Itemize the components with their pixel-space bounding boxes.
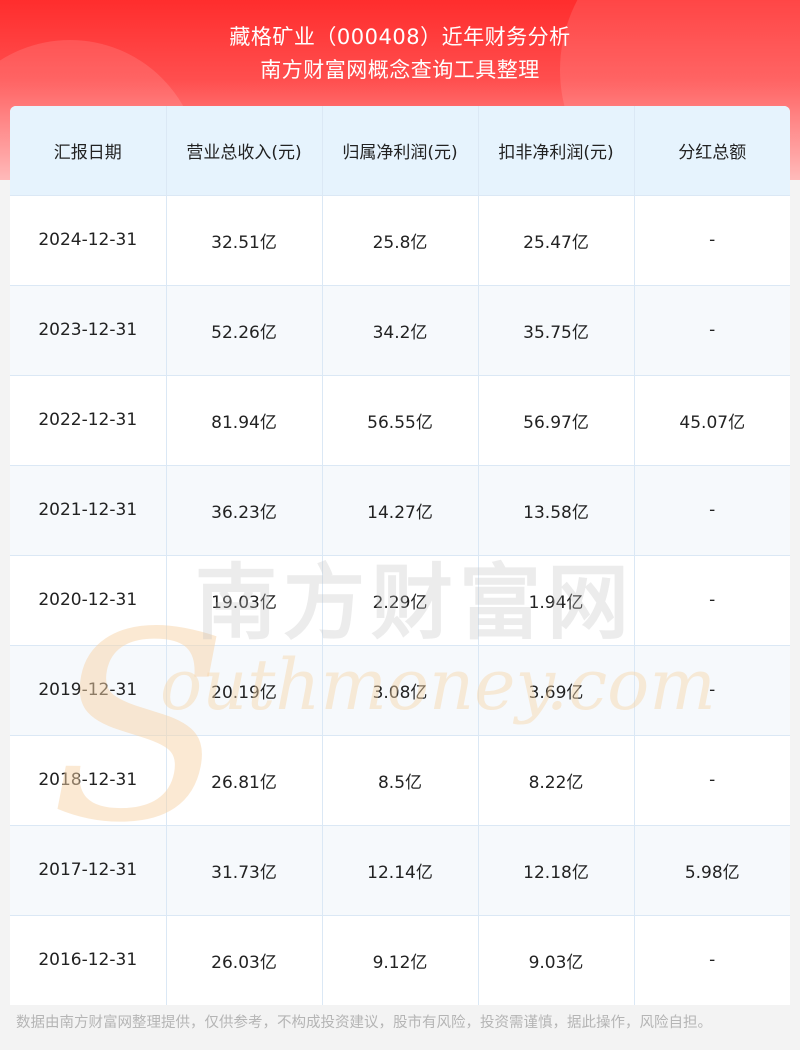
cell-date: 2017-12-31 (10, 825, 167, 916)
cell-revenue: 19.03亿 (166, 555, 323, 646)
cell-net-profit: 2.29亿 (322, 555, 479, 646)
table-row: 2021-12-31 36.23亿 14.27亿 13.58亿 - (10, 465, 790, 556)
cell-dividend: - (634, 645, 790, 736)
cell-net-profit: 14.27亿 (322, 465, 479, 556)
cell-deducted-profit: 25.47亿 (478, 195, 635, 286)
cell-deducted-profit: 35.75亿 (478, 285, 635, 376)
table-header-row: 汇报日期 营业总收入(元) 归属净利润(元) 扣非净利润(元) 分红总额 (10, 106, 790, 196)
table-row: 2019-12-31 20.19亿 3.08亿 3.69亿 - (10, 645, 790, 736)
table-row: 2022-12-31 81.94亿 56.55亿 56.97亿 45.07亿 (10, 375, 790, 466)
cell-net-profit: 56.55亿 (322, 375, 479, 466)
financial-table: 汇报日期 营业总收入(元) 归属净利润(元) 扣非净利润(元) 分红总额 202… (10, 106, 790, 1005)
cell-deducted-profit: 56.97亿 (478, 375, 635, 466)
cell-deducted-profit: 12.18亿 (478, 825, 635, 916)
cell-dividend: - (634, 735, 790, 826)
cell-deducted-profit: 13.58亿 (478, 465, 635, 556)
cell-dividend: - (634, 465, 790, 556)
cell-dividend: - (634, 915, 790, 1005)
cell-deducted-profit: 9.03亿 (478, 915, 635, 1005)
table-row: 2016-12-31 26.03亿 9.12亿 9.03亿 - (10, 915, 790, 1005)
cell-net-profit: 3.08亿 (322, 645, 479, 736)
cell-deducted-profit: 1.94亿 (478, 555, 635, 646)
cell-date: 2024-12-31 (10, 195, 167, 286)
cell-revenue: 52.26亿 (166, 285, 323, 376)
financial-table-card: 汇报日期 营业总收入(元) 归属净利润(元) 扣非净利润(元) 分红总额 202… (10, 106, 790, 1005)
cell-date: 2018-12-31 (10, 735, 167, 826)
cell-date: 2022-12-31 (10, 375, 167, 466)
table-row: 2018-12-31 26.81亿 8.5亿 8.22亿 - (10, 735, 790, 826)
cell-date: 2019-12-31 (10, 645, 167, 736)
table-row: 2017-12-31 31.73亿 12.14亿 12.18亿 5.98亿 (10, 825, 790, 916)
cell-dividend: - (634, 285, 790, 376)
page-title: 藏格矿业（000408）近年财务分析 (229, 25, 571, 49)
column-header-deducted-profit: 扣非净利润(元) (478, 106, 635, 196)
column-header-revenue: 营业总收入(元) (166, 106, 323, 196)
cell-revenue: 36.23亿 (166, 465, 323, 556)
cell-net-profit: 34.2亿 (322, 285, 479, 376)
table-row: 2024-12-31 32.51亿 25.8亿 25.47亿 - (10, 195, 790, 286)
cell-deducted-profit: 3.69亿 (478, 645, 635, 736)
cell-revenue: 81.94亿 (166, 375, 323, 466)
cell-net-profit: 25.8亿 (322, 195, 479, 286)
cell-date: 2016-12-31 (10, 915, 167, 1005)
cell-revenue: 32.51亿 (166, 195, 323, 286)
table-row: 2020-12-31 19.03亿 2.29亿 1.94亿 - (10, 555, 790, 646)
page-subtitle: 南方财富网概念查询工具整理 (260, 58, 540, 82)
cell-revenue: 20.19亿 (166, 645, 323, 736)
disclaimer-footer: 数据由南方财富网整理提供，仅供参考，不构成投资建议，股市有风险，投资需谨慎，据此… (0, 1005, 800, 1050)
cell-date: 2020-12-31 (10, 555, 167, 646)
column-header-net-profit: 归属净利润(元) (322, 106, 479, 196)
cell-net-profit: 12.14亿 (322, 825, 479, 916)
cell-date: 2021-12-31 (10, 465, 167, 556)
cell-revenue: 26.03亿 (166, 915, 323, 1005)
cell-revenue: 26.81亿 (166, 735, 323, 826)
cell-deducted-profit: 8.22亿 (478, 735, 635, 826)
cell-net-profit: 9.12亿 (322, 915, 479, 1005)
table-row: 2023-12-31 52.26亿 34.2亿 35.75亿 - (10, 285, 790, 376)
cell-dividend: - (634, 555, 790, 646)
cell-dividend: 5.98亿 (634, 825, 790, 916)
cell-dividend: 45.07亿 (634, 375, 790, 466)
cell-date: 2023-12-31 (10, 285, 167, 376)
column-header-date: 汇报日期 (10, 106, 167, 196)
cell-dividend: - (634, 195, 790, 286)
cell-revenue: 31.73亿 (166, 825, 323, 916)
cell-net-profit: 8.5亿 (322, 735, 479, 826)
column-header-dividend: 分红总额 (634, 106, 790, 196)
